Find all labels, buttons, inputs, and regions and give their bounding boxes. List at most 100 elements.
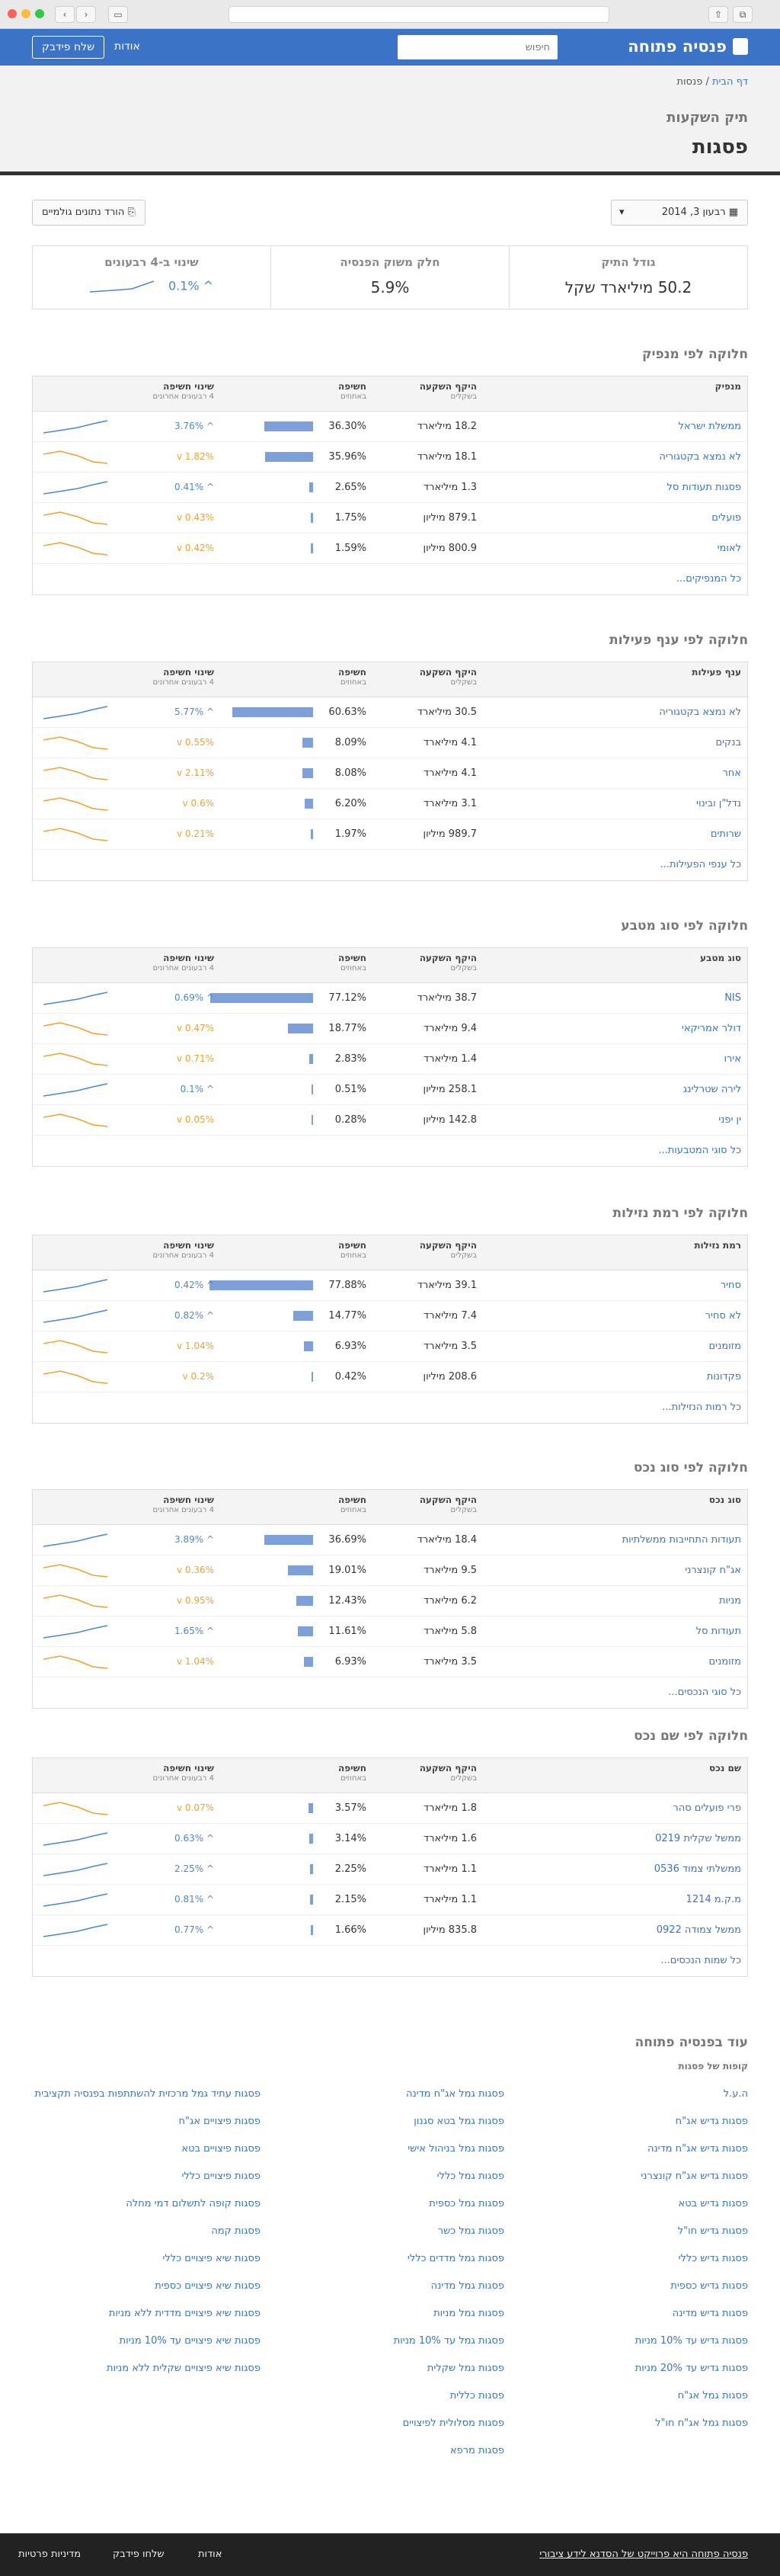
footer-project-text[interactable]: פנסיה פתוחה היא פרוייקט של הסדנא לידע צי…	[539, 2549, 748, 2560]
show-all-link[interactable]: כל סוגי המטבעות...	[658, 1145, 741, 1156]
row-name-link[interactable]: לא סחיר	[705, 1310, 741, 1322]
breakdown-table: רמת נזילות היקף השקעה בשקלים חשיפה באחוזים…	[32, 1235, 748, 1424]
fund-link[interactable]: פסגות גמל אג"ח חו"ל	[550, 2410, 748, 2437]
row-name-link[interactable]: סחיר	[721, 1280, 741, 1291]
sidebar-icon[interactable]: ▭	[108, 6, 128, 23]
row-name-link[interactable]: תעודות התחייבות ממשלתיות	[622, 1534, 741, 1546]
fund-link[interactable]: פסגות קמה	[32, 2218, 261, 2245]
row-name-link[interactable]: אג"ח קונצרני	[685, 1565, 741, 1576]
row-name-link[interactable]: דולר אמריקאי	[682, 1023, 741, 1034]
section-title: חלוקה לפי סוג מטבע	[621, 918, 748, 934]
fund-link[interactable]: פסגות גמל בניהול אישי	[306, 2135, 504, 2163]
fund-link[interactable]: פסגות שיא פיצויים כללי	[32, 2245, 261, 2273]
fund-link[interactable]: פסגות גמל כללי	[306, 2163, 504, 2190]
row-name-link[interactable]: לאומי	[718, 543, 741, 554]
back-icon[interactable]: ‹	[55, 6, 75, 23]
show-all-link[interactable]: כל שמות הנכסים...	[660, 1955, 741, 1966]
show-all-link[interactable]: כל ענפי הפעילות...	[660, 859, 741, 870]
fund-link[interactable]: פסגות עתיד גמל מרכזית להשתתפות בפנסיה תק…	[32, 2081, 261, 2108]
fund-link[interactable]: פסגות פיצויים בטא	[32, 2135, 261, 2163]
exposure-bar	[296, 1596, 313, 1606]
row-name-link[interactable]: שרותים	[711, 828, 741, 840]
fund-link[interactable]: פסגות מסלולית לפיצויים	[306, 2410, 504, 2437]
row-name-link[interactable]: לא נמצא בקטגוריה	[659, 706, 741, 718]
breadcrumb-home[interactable]: דף הבית	[712, 76, 748, 88]
table-row: בנקים 4.1 מיליארד 8.09% v 0.55%	[33, 728, 747, 758]
forward-icon[interactable]: ›	[76, 6, 96, 23]
fund-link[interactable]: פסגות גדיש חו"ל	[550, 2218, 748, 2245]
feedback-button[interactable]: שלח פידבק	[32, 36, 105, 59]
row-name-link[interactable]: אחר	[722, 767, 741, 779]
row-name-link[interactable]: פועלים	[711, 512, 741, 524]
site-logo[interactable]: פנסיה פתוחה	[628, 37, 748, 56]
fund-link[interactable]: פסגות פיצויים אג"ח	[32, 2108, 261, 2135]
row-change: ^ 0.82%	[174, 1310, 214, 1321]
fund-link[interactable]: פסגות גדיש עד 20% מניות	[550, 2355, 748, 2382]
row-name-link[interactable]: פסגות תעודות סל	[667, 482, 742, 493]
tabs-icon[interactable]: ⧉	[733, 6, 753, 23]
row-name-link[interactable]: מ.ק.מ 1214	[686, 1894, 741, 1905]
fund-link[interactable]: פסגות גמל עד 10% מניות	[306, 2328, 504, 2355]
row-name-link[interactable]: אירו	[724, 1053, 741, 1065]
row-name-link[interactable]: ממשל צמודה 0922	[657, 1924, 741, 1936]
minimize-window-icon[interactable]	[21, 9, 30, 18]
address-bar[interactable]	[229, 6, 609, 23]
fund-link[interactable]: פסגות גדיש עד 10% מניות	[550, 2328, 748, 2355]
fund-link[interactable]: ה.ע.ל	[550, 2081, 748, 2108]
row-name-link[interactable]: מזומנים	[709, 1656, 741, 1668]
fund-link[interactable]: פסגות גדיש אג"ח מדינה	[550, 2135, 748, 2163]
row-exposure: 0.51%	[334, 1084, 366, 1095]
maximize-window-icon[interactable]	[35, 9, 44, 18]
show-all-link[interactable]: כל סוגי הנכסים...	[668, 1687, 741, 1698]
stat-portfolio-size: גודל התיק 50.2 מיליארד שקל	[509, 246, 747, 309]
fund-link[interactable]: פסגות גדיש מדינה	[550, 2300, 748, 2328]
row-name-link[interactable]: מניות	[719, 1595, 741, 1607]
row-name-link[interactable]: ממשלת ישראל	[679, 421, 741, 432]
fund-link[interactable]: פסגות גמל כספית	[306, 2190, 504, 2218]
show-all-link[interactable]: כל רמות הנזילות...	[662, 1402, 741, 1413]
fund-link[interactable]: פסגות גדיש בטא	[550, 2190, 748, 2218]
row-name-link[interactable]: פקדונות	[707, 1371, 741, 1383]
row-name-link[interactable]: ממשל שקלית 0219	[655, 1833, 741, 1844]
fund-link[interactable]: פסגות שיא פיצויים מדדית ללא מניות	[32, 2300, 261, 2328]
date-select[interactable]: ▦ רבעון 3, 2014 ▾	[611, 200, 748, 226]
fund-link[interactable]: פסגות גמל שקלית	[306, 2355, 504, 2382]
fund-link[interactable]: פסגות גדיש אג"ח	[550, 2108, 748, 2135]
row-name-link[interactable]: פרי פועלים סהר	[673, 1802, 741, 1814]
fund-link[interactable]: פסגות גדיש כספית	[550, 2273, 748, 2300]
fund-link[interactable]: פסגות כללית	[306, 2382, 504, 2410]
row-name-link[interactable]: לא נמצא בקטגוריה	[659, 451, 741, 463]
nav-about-link[interactable]: אודות	[114, 40, 140, 53]
fund-link[interactable]: פסגות פיצויים כללי	[32, 2163, 261, 2190]
fund-link[interactable]: פסגות גדיש אג"ח קונצרני	[550, 2163, 748, 2190]
fund-link[interactable]: פסגות גמל אג"ח	[550, 2382, 748, 2410]
fund-link[interactable]: פסגות שיא פיצויים עד 10% מניות	[32, 2328, 261, 2355]
fund-link[interactable]: פסגות מרפא	[306, 2437, 504, 2465]
fund-link[interactable]: פסגות גמל אג"ח מדינה	[306, 2081, 504, 2108]
fund-link[interactable]: פסגות גמל מניות	[306, 2300, 504, 2328]
download-raw-data-button[interactable]: ⎘ הורד נתונים גולמיים	[32, 200, 145, 226]
row-name-link[interactable]: בנקים	[716, 737, 741, 748]
fund-link[interactable]: פסגות גמל בטא סגנון	[306, 2108, 504, 2135]
row-name-link[interactable]: ממשלתי צמוד 0536	[654, 1863, 741, 1875]
footer-feedback-link[interactable]: שלחו פידבק	[113, 2549, 165, 2560]
fund-link[interactable]: פסגות קופה לתשלום דמי מחלה	[32, 2190, 261, 2218]
row-name-link[interactable]: NIS	[724, 992, 741, 1004]
share-icon[interactable]: ⇧	[708, 6, 728, 23]
row-name-link[interactable]: נדל"ן ובינוי	[696, 798, 741, 809]
row-name-link[interactable]: לירה שטרלינג	[683, 1084, 741, 1095]
row-name-link[interactable]: ין יפני	[718, 1114, 741, 1126]
row-name-link[interactable]: מזומנים	[709, 1341, 741, 1352]
fund-link[interactable]: פסגות שיא פיצויים שקלית ללא מניות	[32, 2355, 261, 2382]
footer-about-link[interactable]: אודות	[198, 2549, 222, 2560]
fund-link[interactable]: פסגות גמל מדדים כללי	[306, 2245, 504, 2273]
search-input[interactable]	[398, 35, 558, 59]
row-name-link[interactable]: תעודות סל	[696, 1626, 741, 1637]
fund-link[interactable]: פסגות שיא פיצויים כספית	[32, 2273, 261, 2300]
show-all-link[interactable]: כל המנפיקים...	[676, 573, 741, 585]
fund-link[interactable]: פסגות גמל כשר	[306, 2218, 504, 2245]
fund-link[interactable]: פסגות גדיש כללי	[550, 2245, 748, 2273]
fund-link[interactable]: פסגות גמל מדינה	[306, 2273, 504, 2300]
close-window-icon[interactable]	[8, 9, 17, 18]
footer-privacy-link[interactable]: מדיניות פרטיות	[18, 2549, 81, 2560]
